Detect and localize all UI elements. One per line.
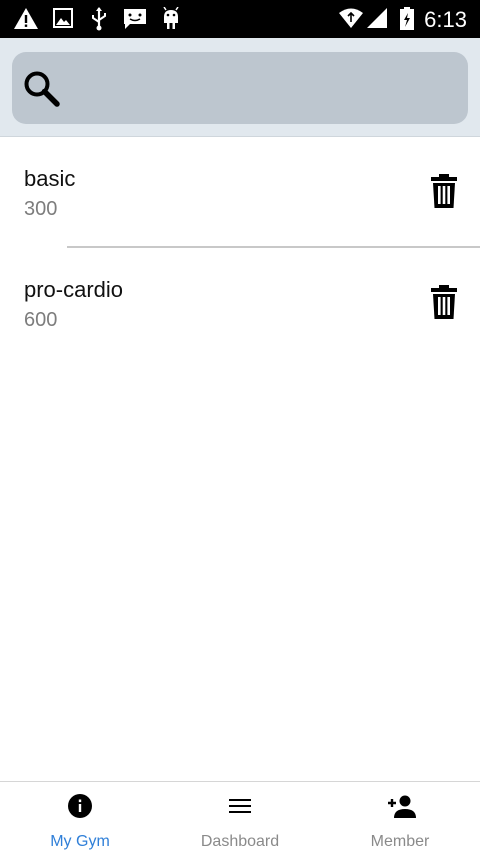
battery-icon <box>400 7 414 30</box>
info-icon <box>68 794 92 818</box>
android-icon <box>163 7 179 29</box>
tab-label: My Gym <box>50 833 110 850</box>
signal-icon <box>367 8 387 28</box>
tab-my-gym[interactable]: My Gym <box>0 782 160 855</box>
plan-name: pro-cardio <box>24 277 124 302</box>
plan-list: basic 300 pro-cardio 600 <box>0 137 480 359</box>
status-time: 6:13 <box>424 7 467 32</box>
search-input[interactable] <box>76 52 456 124</box>
plan-price: 300 <box>24 198 58 220</box>
delete-icon[interactable] <box>431 174 457 208</box>
message-icon <box>124 9 146 29</box>
search-bar-container <box>0 38 480 137</box>
menu-icon <box>229 799 251 813</box>
warning-icon <box>14 8 38 29</box>
list-item[interactable]: pro-cardio 600 <box>0 248 480 359</box>
delete-icon[interactable] <box>431 285 457 319</box>
tab-label: Member <box>370 833 430 850</box>
list-item[interactable]: basic 300 <box>0 137 480 248</box>
wifi-icon <box>339 8 363 28</box>
plan-price: 600 <box>24 309 58 331</box>
tab-label: Dashboard <box>200 833 280 850</box>
tab-member[interactable]: Member <box>320 782 480 855</box>
image-icon <box>53 8 73 28</box>
bottom-nav: My Gym Dashboard Member <box>0 781 480 854</box>
plan-name: basic <box>24 166 76 191</box>
add-person-icon <box>388 795 416 818</box>
search-icon <box>24 71 60 107</box>
search-box[interactable] <box>12 52 468 124</box>
status-bar: 6:13 <box>0 0 480 38</box>
tab-dashboard[interactable]: Dashboard <box>160 782 320 855</box>
usb-icon <box>92 7 106 31</box>
